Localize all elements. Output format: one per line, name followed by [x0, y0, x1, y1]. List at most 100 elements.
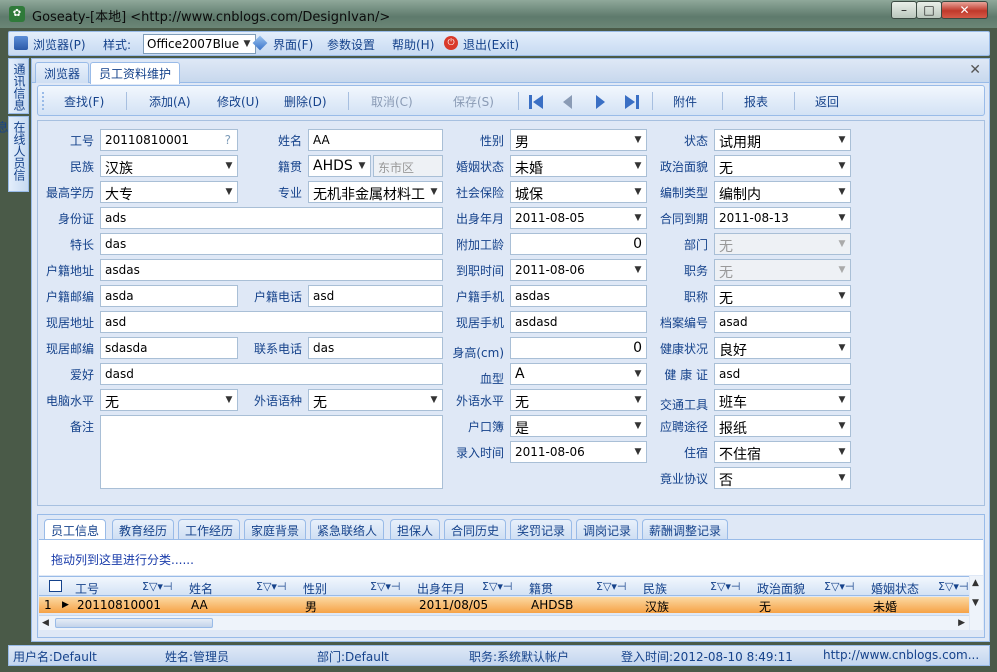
- foreign-lang-select[interactable]: 无 ▼: [308, 389, 443, 411]
- filter-icon[interactable]: Σ▽▾⊣: [142, 580, 173, 593]
- attach-button[interactable]: 附件: [673, 93, 697, 110]
- back-button[interactable]: 返回: [815, 93, 839, 110]
- scroll-left-icon[interactable]: ◀: [42, 618, 49, 628]
- vertical-scrollbar[interactable]: ▲ ▼: [970, 576, 983, 630]
- subtab-info[interactable]: 员工信息: [44, 519, 107, 539]
- menu-ui[interactable]: 界面(F): [273, 36, 313, 53]
- cur-zip-field[interactable]: sdasda: [100, 337, 238, 359]
- side-tab-online[interactable]: 在线人员信息: [0, 116, 29, 192]
- filter-icon[interactable]: Σ▽▾⊣: [596, 580, 627, 593]
- channel-select[interactable]: 报纸 ▼: [714, 415, 851, 437]
- education-select[interactable]: 大专 ▼: [100, 181, 238, 203]
- filter-icon[interactable]: Σ▽▾⊣: [256, 580, 287, 593]
- col-gender[interactable]: 性别: [303, 580, 327, 597]
- marital-select[interactable]: 未婚 ▼: [510, 155, 647, 177]
- subtab-rewards[interactable]: 奖罚记录: [510, 519, 573, 539]
- tab-employee[interactable]: 员工资料维护: [90, 62, 181, 84]
- group-by-bar[interactable]: 拖动列到这里进行分类......: [39, 539, 983, 575]
- subtab-education[interactable]: 教育经历: [112, 519, 175, 539]
- lodging-select[interactable]: 不住宿 ▼: [714, 441, 851, 463]
- menu-help[interactable]: 帮助(H): [392, 36, 434, 53]
- emp-no-field[interactable]: 20110810001?: [100, 129, 238, 151]
- height-field[interactable]: 0: [510, 337, 647, 359]
- filter-icon[interactable]: Σ▽▾⊣: [938, 580, 969, 593]
- delete-button[interactable]: 删除(D): [284, 93, 327, 110]
- horizontal-scrollbar[interactable]: ◀ ▶: [39, 615, 969, 630]
- col-ethnic[interactable]: 民族: [643, 580, 667, 597]
- cur-mobile-field[interactable]: asdasd: [510, 311, 647, 333]
- hobby-field[interactable]: dasd: [100, 363, 443, 385]
- column-chooser-icon[interactable]: [49, 580, 62, 592]
- extra-years-field[interactable]: 0: [510, 233, 647, 255]
- title-select[interactable]: 无 ▼: [714, 285, 851, 307]
- minimize-button[interactable]: –: [891, 1, 917, 19]
- id-card-field[interactable]: ads: [100, 207, 443, 229]
- hukou-addr-field[interactable]: asdas: [100, 259, 443, 281]
- last-record-icon[interactable]: [623, 93, 641, 111]
- subtab-salary[interactable]: 薪酬调整记录: [642, 519, 729, 539]
- tab-browser[interactable]: 浏览器: [35, 62, 90, 83]
- table-row[interactable]: 1 ▶ 20110810001 AA 男 2011/08/05 AHDSB 汉族…: [39, 597, 969, 613]
- cancel-button[interactable]: 取消(C): [371, 93, 413, 110]
- menu-browser[interactable]: 浏览器(P): [33, 36, 86, 53]
- col-marital[interactable]: 婚姻状态: [871, 580, 919, 597]
- computer-select[interactable]: 无 ▼: [100, 389, 238, 411]
- join-date-select[interactable]: 2011-08-06 ▼: [510, 259, 647, 281]
- find-button[interactable]: 查找(F): [64, 93, 104, 110]
- col-emp-no[interactable]: 工号: [75, 580, 99, 597]
- menu-params[interactable]: 参数设置: [327, 36, 375, 53]
- political-select[interactable]: 无 ▼: [714, 155, 851, 177]
- birth-select[interactable]: 2011-08-05 ▼: [510, 207, 647, 229]
- subtab-transfer[interactable]: 调岗记录: [576, 519, 639, 539]
- health-select[interactable]: 良好 ▼: [714, 337, 851, 359]
- health-cert-field[interactable]: asd: [714, 363, 851, 385]
- hukou-mobile-field[interactable]: asdas: [510, 285, 647, 307]
- report-button[interactable]: 报表: [744, 93, 768, 110]
- staffing-select[interactable]: 编制内 ▼: [714, 181, 851, 203]
- filter-icon[interactable]: Σ▽▾⊣: [710, 580, 741, 593]
- specialty-field[interactable]: das: [100, 233, 443, 255]
- col-birth[interactable]: 出身年月: [417, 580, 465, 597]
- name-field[interactable]: AA: [308, 129, 443, 151]
- side-tab-contacts[interactable]: 通讯信息: [8, 58, 29, 114]
- close-button[interactable]: ✕: [941, 1, 988, 19]
- save-button[interactable]: 保存(S): [453, 93, 494, 110]
- insurance-select[interactable]: 城保 ▼: [510, 181, 647, 203]
- hukou-zip-field[interactable]: asda: [100, 285, 238, 307]
- col-political[interactable]: 政治面貌: [757, 580, 805, 597]
- close-icon[interactable]: ✕: [969, 62, 981, 78]
- archive-no-field[interactable]: asad: [714, 311, 851, 333]
- col-native[interactable]: 籍贯: [529, 580, 553, 597]
- add-button[interactable]: 添加(A): [149, 93, 191, 110]
- subtab-contract[interactable]: 合同历史: [444, 519, 507, 539]
- noncompete-select[interactable]: 否 ▼: [714, 467, 851, 489]
- remark-field[interactable]: [100, 415, 443, 489]
- first-record-icon[interactable]: [527, 93, 545, 111]
- scroll-down-icon[interactable]: ▼: [972, 598, 979, 608]
- edit-button[interactable]: 修改(U): [217, 93, 259, 110]
- scroll-right-icon[interactable]: ▶: [958, 618, 965, 628]
- scroll-thumb[interactable]: [55, 618, 213, 628]
- style-select[interactable]: Office2007Blue ▼: [143, 34, 256, 54]
- next-record-icon[interactable]: [591, 93, 609, 111]
- native-select[interactable]: AHDS ▼: [308, 155, 371, 177]
- maximize-button[interactable]: □: [916, 1, 942, 19]
- subtab-emergency[interactable]: 紧急联络人: [310, 519, 385, 539]
- transport-select[interactable]: 班车 ▼: [714, 389, 851, 411]
- filter-icon[interactable]: Σ▽▾⊣: [370, 580, 401, 593]
- menu-exit[interactable]: 退出(Exit): [463, 36, 519, 53]
- subtab-work[interactable]: 工作经历: [178, 519, 241, 539]
- scroll-up-icon[interactable]: ▲: [972, 578, 979, 588]
- major-select[interactable]: 无机非金属材料工 ▼: [308, 181, 443, 203]
- lang-level-select[interactable]: 无 ▼: [510, 389, 647, 411]
- hukou-tel-field[interactable]: asd: [308, 285, 443, 307]
- contract-end-select[interactable]: 2011-08-13 ▼: [714, 207, 851, 229]
- ethnic-select[interactable]: 汉族 ▼: [100, 155, 238, 177]
- filter-icon[interactable]: Σ▽▾⊣: [482, 580, 513, 593]
- hukou-in-select[interactable]: 是 ▼: [510, 415, 647, 437]
- subtab-guarantor[interactable]: 担保人: [390, 519, 441, 539]
- gender-select[interactable]: 男 ▼: [510, 129, 647, 151]
- blood-select[interactable]: A ▼: [510, 363, 647, 385]
- subtab-family[interactable]: 家庭背景: [244, 519, 307, 539]
- status-select[interactable]: 试用期 ▼: [714, 129, 851, 151]
